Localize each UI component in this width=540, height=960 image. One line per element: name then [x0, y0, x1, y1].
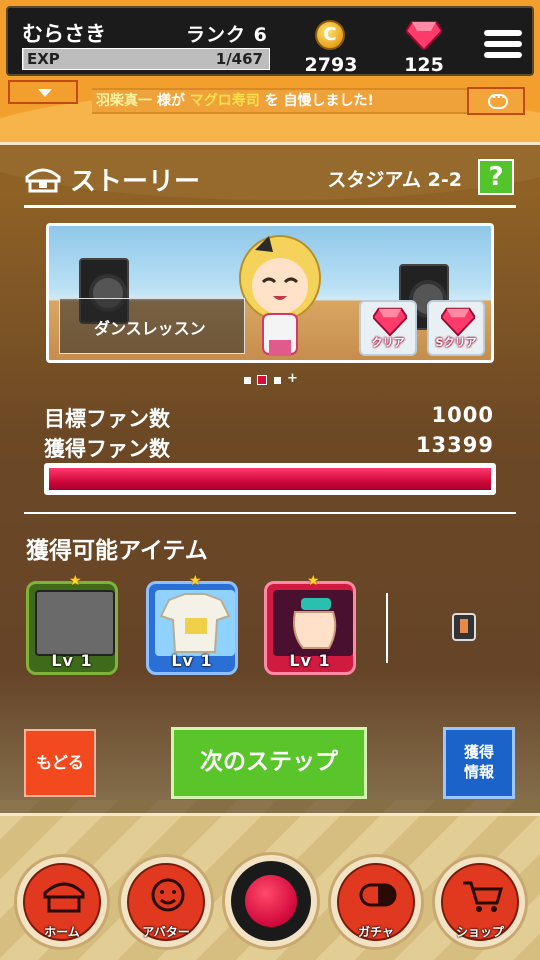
avatar-icon	[151, 878, 185, 912]
expand-header-button[interactable]	[8, 80, 78, 104]
ticker-text-end: を 自慢しました!	[259, 93, 374, 109]
target-fans-row: 目標ファン数 1000	[44, 403, 494, 431]
player-name: むらさき	[22, 22, 106, 46]
star-icon: ★	[69, 573, 82, 589]
record-icon	[245, 875, 297, 927]
acquisition-info-button[interactable]: 獲得 情報	[443, 727, 515, 799]
divider	[24, 205, 516, 208]
exp-value: 1/467	[215, 50, 263, 68]
gem-icon	[441, 307, 475, 336]
nav-shop[interactable]: ショップ	[432, 854, 528, 950]
page-indicator[interactable]: +	[244, 371, 300, 387]
bottom-nav: ホーム アバター ガチャ ショップ	[0, 852, 540, 960]
target-fans-value: 1000	[431, 403, 494, 427]
record-button[interactable]	[222, 852, 320, 950]
status-bar: むらさき ランク 6 EXP 1/467 C 2793 125	[6, 6, 534, 76]
story-panel: ストーリー スタジアム 2-2 ? ダンスレッスン クリア Sクリア + 目標フ…	[0, 142, 540, 816]
divider	[24, 512, 516, 514]
page-dot	[244, 377, 251, 384]
gem-icon	[373, 307, 407, 336]
clear-reward-badge: クリア	[359, 300, 417, 356]
gem-count: 125	[404, 54, 444, 76]
player-rank: ランク 6	[186, 24, 268, 46]
fan-progress-bar	[44, 463, 496, 495]
nav-gacha-label: ガチャ	[358, 925, 394, 939]
glove-icon	[293, 598, 337, 649]
gacha-icon	[359, 883, 397, 907]
earned-fans-row: 獲得ファン数 13399	[44, 433, 494, 461]
gem-icon	[406, 21, 442, 50]
item-card-2[interactable]: ★ Lv 1	[146, 573, 238, 675]
blank-item-icon	[35, 590, 115, 656]
nav-home[interactable]: ホーム	[14, 854, 110, 950]
star-icon: ★	[307, 573, 320, 589]
item-card-1[interactable]: ★ Lv 1	[26, 573, 118, 675]
fan-progress-fill	[49, 468, 491, 490]
scroll-item-icon[interactable]	[452, 613, 476, 641]
earned-fans-value: 13399	[415, 433, 494, 457]
ticker-user: 羽柴真一	[96, 93, 152, 109]
s-clear-reward-badge: Sクリア	[427, 300, 485, 356]
nav-shop-label: ショップ	[455, 925, 504, 939]
page-dot-active	[257, 375, 267, 385]
home-icon	[43, 882, 85, 913]
target-fans-label: 目標ファン数	[44, 407, 170, 431]
chat-button[interactable]	[467, 87, 525, 115]
exp-label: EXP	[27, 50, 60, 68]
nav-avatar[interactable]: アバター	[118, 854, 214, 950]
news-ticker: 羽柴真一 様が マグロ寿司 を 自慢しました!	[92, 88, 468, 114]
item-level: Lv 1	[289, 651, 331, 670]
clear-reward-label: クリア	[371, 336, 405, 349]
earned-fans-label: 獲得ファン数	[44, 437, 170, 461]
help-button[interactable]: ?	[478, 159, 514, 195]
menu-button[interactable]	[484, 30, 522, 64]
panel-title: ストーリー	[70, 167, 201, 197]
item-level: Lv 1	[51, 651, 93, 670]
ticker-text: 様が	[152, 93, 190, 109]
panel-header: ストーリー スタジアム 2-2 ?	[24, 159, 516, 197]
lesson-name: ダンスレッスン	[59, 298, 245, 354]
nav-gacha[interactable]: ガチャ	[328, 854, 424, 950]
info-label-line2: 情報	[463, 763, 494, 781]
coin-icon: C	[315, 20, 345, 50]
star-icon: ★	[189, 573, 202, 589]
next-step-button[interactable]: 次のステップ	[171, 727, 367, 799]
s-clear-reward-label: Sクリア	[435, 336, 477, 349]
exp-bar: EXP 1/467	[22, 48, 270, 70]
coin-count: 2793	[304, 54, 358, 76]
back-button[interactable]: もどる	[24, 729, 96, 797]
info-label-line1: 獲得	[463, 743, 494, 761]
item-card-3[interactable]: ★ Lv 1	[264, 573, 356, 675]
item-level: Lv 1	[171, 651, 213, 670]
nav-avatar-label: アバター	[142, 925, 190, 939]
nav-home-label: ホーム	[44, 925, 80, 939]
divider	[386, 593, 388, 663]
story-icon	[25, 168, 61, 193]
cart-icon	[463, 881, 503, 912]
page-dot	[274, 377, 281, 384]
jersey-icon	[159, 593, 231, 653]
stage-label: スタジアム 2-2	[327, 169, 462, 191]
ticker-item: マグロ寿司	[189, 93, 260, 109]
menu-icon	[484, 30, 522, 36]
chat-icon	[488, 90, 508, 109]
page-more-icon: +	[287, 371, 298, 386]
items-title: 獲得可能アイテム	[26, 538, 208, 564]
stage-card[interactable]: ダンスレッスン クリア Sクリア	[46, 223, 494, 363]
